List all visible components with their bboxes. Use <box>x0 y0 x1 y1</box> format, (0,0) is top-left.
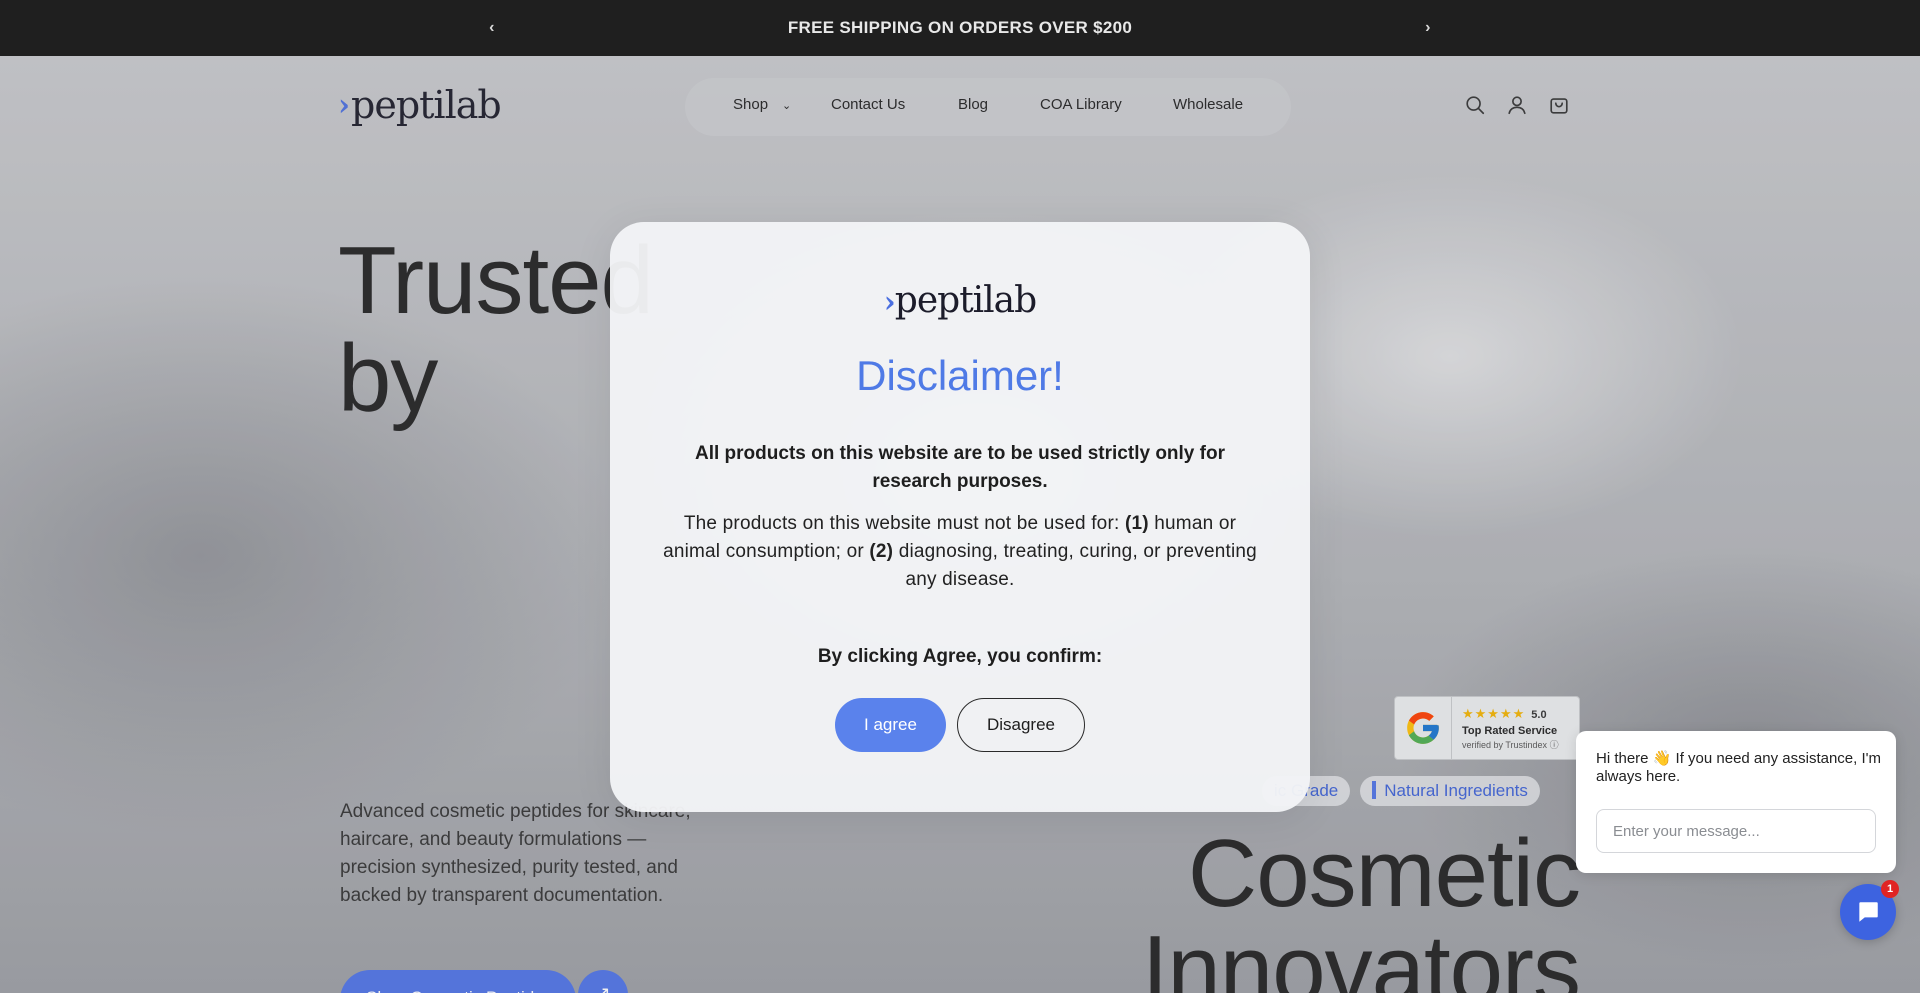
item-number: (1) <box>1124 513 1149 534</box>
modal-title: Disclaimer! <box>856 352 1064 399</box>
chat-bubble-icon <box>1859 902 1878 922</box>
modal-logo-text: peptilab <box>894 280 1037 321</box>
announcement-text: FREE SHIPPING ON ORDERS OVER $200 <box>787 18 1133 37</box>
chevron-right-icon[interactable]: › <box>1416 16 1440 40</box>
item-number: (2) <box>869 541 894 562</box>
chevron-left-icon[interactable]: ‹ <box>480 16 504 40</box>
logo-mark-icon: › <box>883 285 896 320</box>
chat-greeting: Hi there 👋 If you need any assistance, I… <box>1596 750 1882 785</box>
chat-popup: Hi there 👋 If you need any assistance, I… <box>1576 731 1896 873</box>
modal-confirm-text: By clicking Agree, you confirm: <box>817 646 1103 667</box>
modal-body-intro: The products on this website must not be… <box>683 513 1120 534</box>
disclaimer-modal: ›peptilab Disclaimer! All products on th… <box>610 222 1310 812</box>
modal-warning: All products on this website are to be u… <box>695 443 1225 492</box>
disagree-button[interactable]: Disagree <box>957 698 1085 752</box>
item-text: diagnosing, treating, curing, or prevent… <box>898 541 1257 590</box>
modal-logo: ›peptilab <box>610 280 1310 321</box>
modal-body: The products on this website must not be… <box>655 510 1265 594</box>
announcement-bar: ‹ FREE SHIPPING ON ORDERS OVER $200 › <box>0 0 1920 56</box>
chat-message-input[interactable] <box>1596 809 1876 853</box>
notification-badge: 1 <box>1881 880 1899 898</box>
agree-button[interactable]: I agree <box>835 698 946 752</box>
